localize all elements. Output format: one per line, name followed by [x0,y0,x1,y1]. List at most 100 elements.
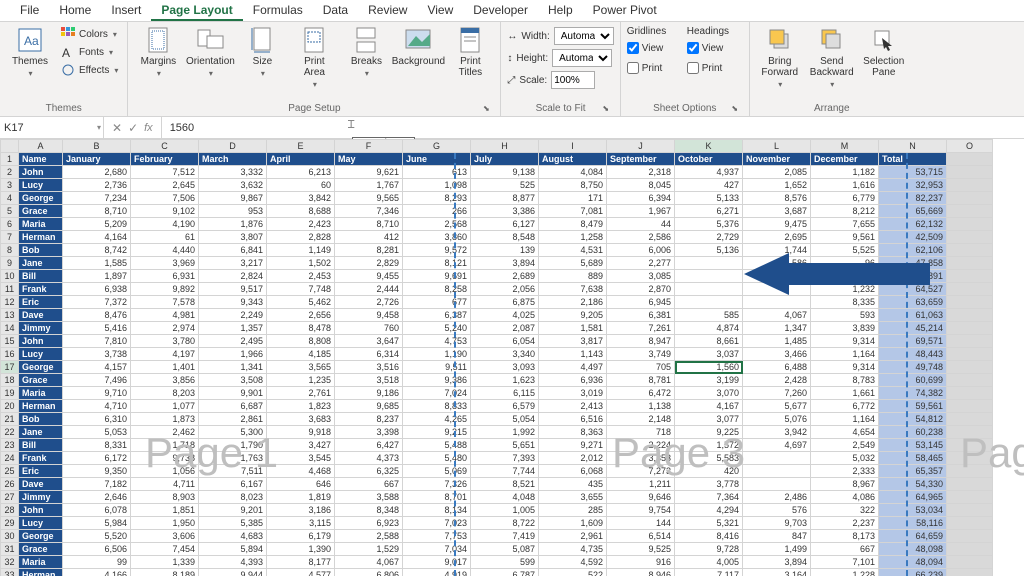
sheet-launcher[interactable]: ⬊ [729,102,741,114]
data-cell[interactable]: 4,294 [675,504,743,517]
data-cell[interactable]: 9,754 [607,504,675,517]
data-cell[interactable]: 2,656 [267,309,335,322]
size-button[interactable]: Size [238,24,286,80]
data-cell[interactable]: 6,687 [199,400,267,413]
data-cell[interactable]: 3,164 [743,569,811,576]
data-cell[interactable]: 2,333 [811,465,879,478]
data-cell[interactable]: 2,224 [607,439,675,452]
data-cell[interactable]: 6,179 [267,530,335,543]
data-cell[interactable]: 2,012 [539,452,607,465]
data-cell[interactable]: 4,440 [131,244,199,257]
data-cell[interactable]: 4,919 [403,569,471,576]
data-cell[interactable]: 9,728 [675,543,743,556]
data-cell[interactable]: 953 [199,205,267,218]
data-cell[interactable]: 4,592 [539,556,607,569]
data-cell[interactable]: 8,045 [607,179,675,192]
themes-button[interactable]: Aa Themes [6,24,54,80]
data-cell[interactable]: 4,468 [267,465,335,478]
data-cell[interactable]: 1,143 [539,348,607,361]
total-cell[interactable]: 54,812 [879,413,947,426]
data-cell[interactable]: 9,892 [131,283,199,296]
data-cell[interactable]: 6,310 [63,413,131,426]
data-cell[interactable]: 1,164 [811,348,879,361]
data-cell[interactable]: 9,691 [403,270,471,283]
data-cell[interactable]: 4,265 [403,413,471,426]
data-cell[interactable]: 3,606 [131,530,199,543]
data-cell[interactable]: 1,235 [267,374,335,387]
total-cell[interactable]: 58,116 [879,517,947,530]
data-cell[interactable]: 7,748 [267,283,335,296]
data-cell[interactable]: 6,314 [335,348,403,361]
data-cell[interactable]: 6,779 [811,192,879,205]
tab-review[interactable]: Review [358,0,417,21]
data-cell[interactable]: 5,984 [63,517,131,530]
data-cell[interactable]: 5,321 [675,517,743,530]
name-cell[interactable]: Bob [19,244,63,257]
row-header-19[interactable]: 19 [1,387,19,400]
data-cell[interactable]: 4,164 [63,231,131,244]
data-cell[interactable]: 3,332 [199,166,267,179]
data-cell[interactable]: 4,393 [199,556,267,569]
data-cell[interactable]: 9,621 [335,166,403,179]
data-cell[interactable]: 6,381 [607,309,675,322]
data-cell[interactable]: 1,347 [743,322,811,335]
data-cell[interactable]: 6,945 [607,296,675,309]
data-cell[interactable]: 7,081 [539,205,607,218]
data-cell[interactable]: 889 [539,270,607,283]
data-cell[interactable]: 1,485 [743,335,811,348]
data-cell[interactable]: 1,005 [471,504,539,517]
data-cell[interactable]: 4,167 [675,400,743,413]
data-cell[interactable]: 1,339 [131,556,199,569]
spreadsheet-grid[interactable]: ABCDEFGHIJKLMNO1NameJanuaryFebruaryMarch… [0,139,993,576]
data-cell[interactable]: 1,661 [811,387,879,400]
data-cell[interactable]: 1,609 [539,517,607,530]
data-cell[interactable]: 420 [675,465,743,478]
data-cell[interactable]: 6,506 [63,543,131,556]
data-cell[interactable]: 6,271 [675,205,743,218]
data-cell[interactable]: 5,525 [811,244,879,257]
data-cell[interactable]: 4,005 [675,556,743,569]
data-cell[interactable]: 3,655 [539,491,607,504]
data-cell[interactable]: 1,149 [267,244,335,257]
data-cell[interactable]: 1,819 [267,491,335,504]
data-cell[interactable]: 9,225 [675,426,743,439]
total-cell[interactable]: 74,382 [879,387,947,400]
data-cell[interactable]: 6,006 [607,244,675,257]
selection-pane-button[interactable]: Selection Pane [860,24,908,80]
data-cell[interactable]: 7,655 [811,218,879,231]
data-cell[interactable]: 8,548 [471,231,539,244]
data-cell[interactable]: 1,992 [471,426,539,439]
row-header-28[interactable]: 28 [1,504,19,517]
background-button[interactable]: Background [394,24,442,69]
row-header-9[interactable]: 9 [1,257,19,270]
tab-home[interactable]: Home [49,0,101,21]
data-cell[interactable]: 8,576 [743,192,811,205]
data-cell[interactable]: 3,839 [811,322,879,335]
data-cell[interactable]: 7,034 [403,543,471,556]
data-cell[interactable]: 9,867 [199,192,267,205]
header-cell[interactable]: April [267,153,335,166]
data-cell[interactable]: 6,068 [539,465,607,478]
data-cell[interactable]: 1,357 [199,322,267,335]
col-header-B[interactable]: B [63,140,131,153]
header-cell[interactable]: May [335,153,403,166]
data-cell[interactable]: 1,823 [267,400,335,413]
data-cell[interactable]: 3,817 [539,335,607,348]
total-cell[interactable]: 48,094 [879,556,947,569]
total-cell[interactable]: 64,527 [879,283,947,296]
header-cell[interactable]: October [675,153,743,166]
data-cell[interactable]: 1,572 [675,439,743,452]
name-cell[interactable]: George [19,530,63,543]
data-cell[interactable]: 3,588 [335,491,403,504]
data-cell[interactable]: 9,918 [267,426,335,439]
data-cell[interactable]: 9,511 [403,361,471,374]
data-cell[interactable]: 8,121 [403,257,471,270]
data-cell[interactable]: 6,488 [743,361,811,374]
data-cell[interactable]: 2,568 [403,218,471,231]
data-cell[interactable]: 2,148 [607,413,675,426]
data-cell[interactable]: 3,738 [63,348,131,361]
data-cell[interactable]: 9,186 [335,387,403,400]
data-cell[interactable]: 8,293 [403,192,471,205]
data-cell[interactable]: 3,115 [267,517,335,530]
data-cell[interactable]: 8,331 [63,439,131,452]
